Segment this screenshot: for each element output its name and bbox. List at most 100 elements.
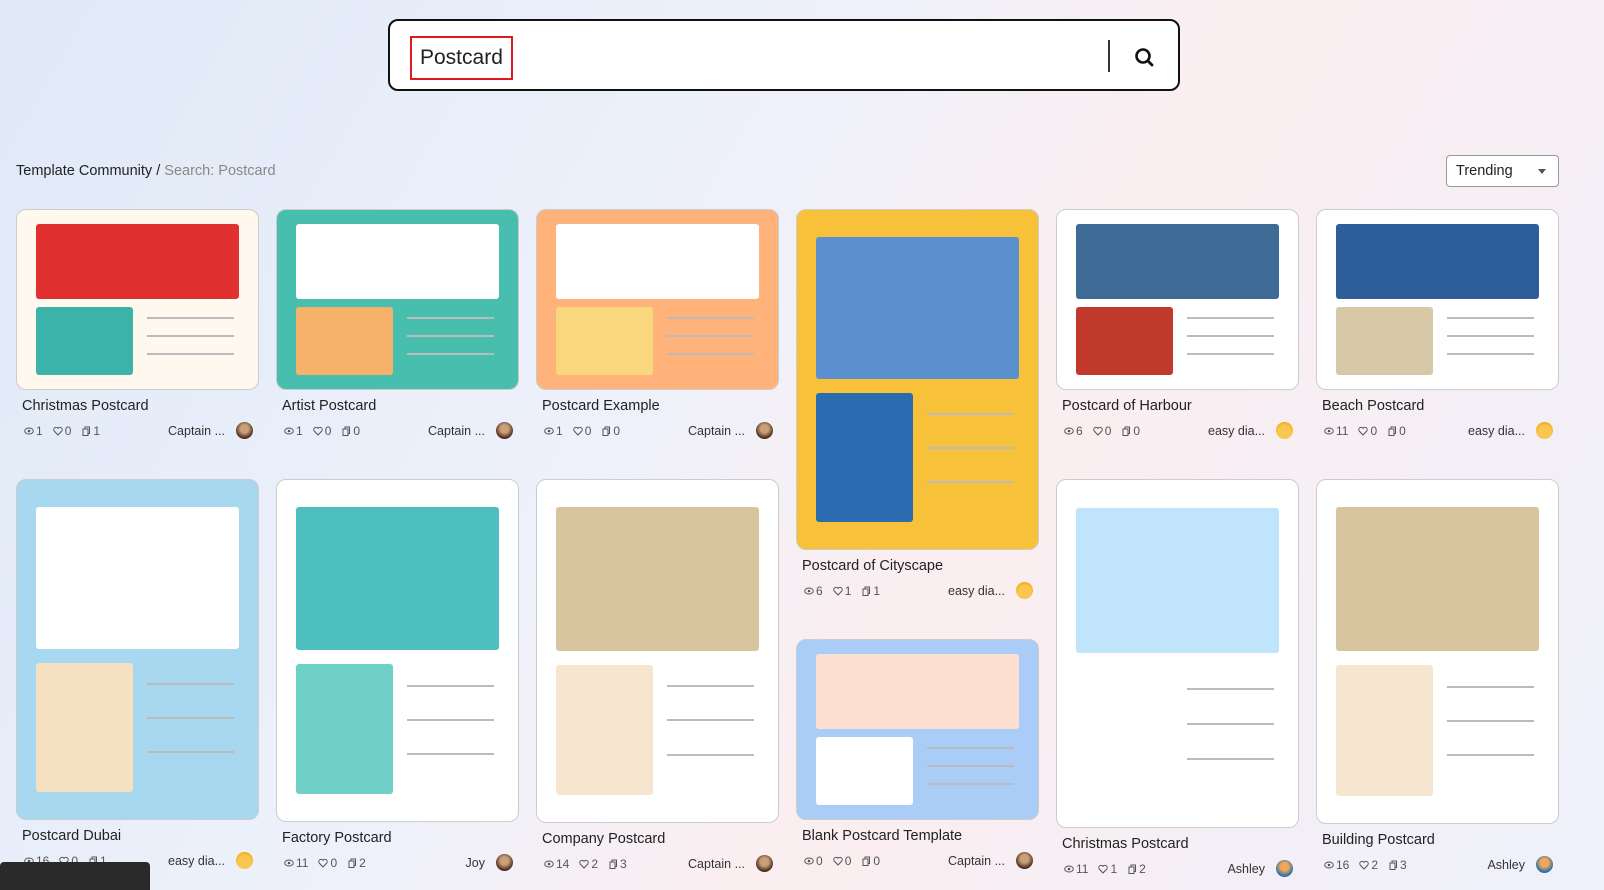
view-count: 0 (816, 854, 823, 868)
copy-icon (342, 426, 351, 436)
template-title[interactable]: Factory Postcard (282, 830, 519, 846)
template-thumbnail[interactable] (16, 209, 259, 390)
author-name[interactable]: Captain ... (428, 424, 485, 438)
view-count: 14 (556, 857, 570, 871)
author-name[interactable]: Ashley (1227, 862, 1265, 876)
avatar[interactable] (756, 422, 773, 439)
template-card[interactable]: Postcard of Harbour 6 0 0 easy dia... (1056, 209, 1299, 442)
copy-icon (348, 858, 357, 868)
copy-count: 0 (353, 424, 361, 438)
template-thumbnail[interactable] (16, 479, 259, 820)
template-thumbnail[interactable] (276, 209, 519, 390)
template-thumbnail[interactable] (796, 209, 1039, 550)
template-stats: 16 2 3 Ashley (1316, 856, 1559, 876)
author-name[interactable]: Captain ... (948, 854, 1005, 868)
search-button[interactable] (1130, 43, 1158, 71)
template-thumbnail[interactable] (796, 639, 1039, 820)
template-thumbnail[interactable] (1056, 479, 1299, 828)
template-title[interactable]: Beach Postcard (1322, 398, 1559, 414)
author-name[interactable]: Ashley (1487, 858, 1525, 872)
author-name[interactable]: Captain ... (168, 424, 225, 438)
divider (1108, 40, 1110, 72)
view-count: 11 (1076, 862, 1089, 876)
author-name[interactable]: Captain ... (688, 424, 745, 438)
template-title[interactable]: Postcard Example (542, 398, 779, 414)
eye-icon (544, 860, 554, 868)
author-name[interactable]: easy dia... (1468, 424, 1525, 438)
copy-count: 2 (1139, 862, 1146, 876)
view-count: 11 (296, 856, 309, 870)
template-title[interactable]: Blank Postcard Template (802, 828, 1039, 844)
template-card[interactable]: Postcard Dubai 16 0 1 easy dia... (16, 479, 259, 872)
template-thumbnail[interactable] (536, 479, 779, 823)
breadcrumb-root[interactable]: Template Community (16, 163, 152, 179)
template-stats: 6 0 0 easy dia... (1056, 422, 1299, 442)
template-card[interactable]: Christmas Postcard 11 1 2 Ashley (1056, 479, 1299, 880)
template-thumbnail[interactable] (1316, 209, 1559, 390)
avatar[interactable] (496, 422, 513, 439)
template-card[interactable]: Company Postcard 14 2 3 Captain ... (536, 479, 779, 875)
avatar[interactable] (1276, 860, 1293, 877)
template-card[interactable]: Postcard Example 1 0 0 Captain ... (536, 209, 779, 442)
author-name[interactable]: Captain ... (688, 857, 745, 871)
author-name[interactable]: easy dia... (168, 854, 225, 868)
template-title[interactable]: Postcard Dubai (22, 828, 259, 844)
search-input[interactable]: Postcard (410, 36, 513, 80)
template-thumbnail[interactable] (536, 209, 779, 390)
view-count: 1 (296, 424, 303, 438)
template-title[interactable]: Artist Postcard (282, 398, 519, 414)
template-stats: 1 0 0 Captain ... (536, 422, 779, 442)
heart-icon (579, 859, 590, 869)
template-title[interactable]: Christmas Postcard (22, 398, 259, 414)
avatar[interactable] (236, 422, 253, 439)
template-card[interactable]: Building Postcard 16 2 3 Ashley (1316, 479, 1559, 876)
template-thumbnail[interactable] (1056, 209, 1299, 390)
template-title[interactable]: Christmas Postcard (1062, 836, 1299, 852)
avatar[interactable] (236, 852, 253, 869)
breadcrumb: Template Community / Search: Postcard (16, 163, 276, 179)
template-stats: 6 1 1 easy dia... (796, 582, 1039, 602)
author-name[interactable]: easy dia... (1208, 424, 1265, 438)
copy-count: 0 (1133, 424, 1141, 438)
author-name[interactable]: easy dia... (948, 584, 1005, 598)
copy-icon (1389, 860, 1398, 870)
author-name[interactable]: Joy (466, 856, 485, 870)
search-icon (1135, 48, 1154, 67)
sort-dropdown[interactable]: Trending (1446, 155, 1559, 187)
avatar[interactable] (1016, 582, 1033, 599)
template-title[interactable]: Postcard of Harbour (1062, 398, 1299, 414)
copy-count: 3 (620, 857, 627, 871)
copy-icon (862, 856, 871, 866)
like-count: 2 (591, 857, 599, 871)
template-title[interactable]: Company Postcard (542, 831, 779, 847)
avatar[interactable] (756, 855, 773, 872)
copy-count: 0 (873, 854, 881, 868)
avatar[interactable] (496, 854, 513, 871)
breadcrumb-separator: / (152, 163, 165, 179)
eye-icon (804, 587, 814, 595)
heart-icon (1092, 426, 1103, 436)
avatar[interactable] (1276, 422, 1293, 439)
template-title[interactable]: Building Postcard (1322, 832, 1559, 848)
template-title[interactable]: Postcard of Cityscape (802, 558, 1039, 574)
like-count: 2 (1371, 858, 1379, 872)
eye-icon (284, 859, 294, 867)
avatar[interactable] (1536, 422, 1553, 439)
template-card[interactable]: Factory Postcard 11 0 2 Joy (276, 479, 519, 874)
template-stats: 1 0 0 Captain ... (276, 422, 519, 442)
template-card[interactable]: Artist Postcard 1 0 0 Captain ... (276, 209, 519, 442)
template-thumbnail[interactable] (276, 479, 519, 822)
copy-icon (609, 859, 618, 869)
eye-icon (1064, 865, 1074, 873)
search-bar: Postcard (388, 19, 1180, 91)
eye-icon (24, 427, 34, 435)
avatar[interactable] (1536, 856, 1553, 873)
heart-icon (312, 426, 323, 436)
template-card[interactable]: Postcard of Cityscape 6 1 1 easy dia... (796, 209, 1039, 602)
template-card[interactable]: Beach Postcard 11 0 0 easy dia... (1316, 209, 1559, 442)
template-thumbnail[interactable] (1316, 479, 1559, 824)
template-stats: 11 0 2 Joy (276, 854, 519, 874)
template-card[interactable]: Blank Postcard Template 0 0 0 Captain ..… (796, 639, 1039, 872)
avatar[interactable] (1016, 852, 1033, 869)
template-card[interactable]: Christmas Postcard 1 0 1 Captain ... (16, 209, 259, 442)
